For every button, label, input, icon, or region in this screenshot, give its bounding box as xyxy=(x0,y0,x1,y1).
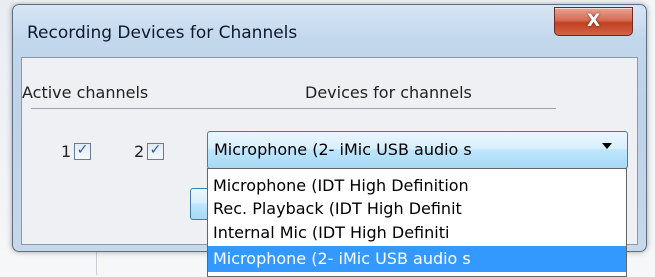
checkmark-icon: ✓ xyxy=(76,142,89,158)
window-title: Recording Devices for Channels xyxy=(27,23,298,43)
close-button[interactable]: X xyxy=(554,7,633,36)
channel-1-label: 1 xyxy=(61,142,72,161)
close-icon: X xyxy=(586,11,601,31)
active-channels-header: Active channels xyxy=(22,83,149,102)
channel-2-checkbox[interactable]: ✓ xyxy=(147,142,164,160)
device-dropdown-list: Microphone (IDT High Definition Rec. Pla… xyxy=(207,168,627,277)
chevron-down-icon[interactable] xyxy=(602,143,612,149)
header-separator xyxy=(31,108,556,109)
checkmark-icon: ✓ xyxy=(149,142,162,158)
title-bar[interactable]: Recording Devices for Channels X xyxy=(13,5,646,55)
device-select-value: Microphone (2- iMic USB audio s xyxy=(214,140,472,159)
device-select[interactable]: Microphone (2- iMic USB audio s xyxy=(207,131,628,169)
dropdown-option[interactable]: Internal Mic (IDT High Definiti xyxy=(208,220,626,246)
dropdown-option-selected[interactable]: Microphone (2- iMic USB audio s xyxy=(208,246,626,272)
background-divider xyxy=(96,250,97,275)
devices-for-channels-header: Devices for channels xyxy=(305,83,472,102)
channel-2-label: 2 xyxy=(134,142,145,161)
dropdown-option[interactable]: Rec. Playback (IDT High Definit xyxy=(208,196,626,222)
channel-1-checkbox[interactable]: ✓ xyxy=(74,142,91,160)
